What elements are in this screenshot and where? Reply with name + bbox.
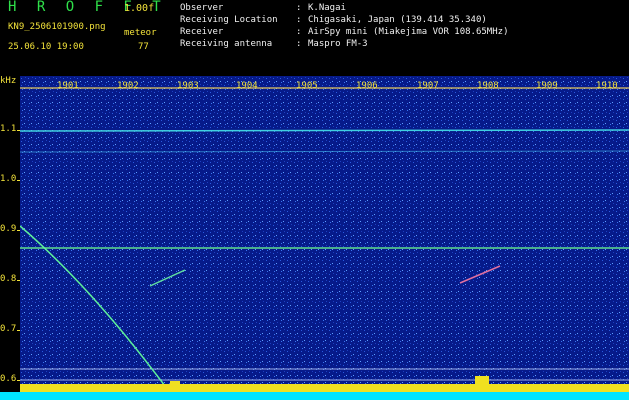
info-sep: : [296, 27, 302, 37]
info-key-antenna: Receiving antenna [180, 39, 273, 49]
y-tick-label: 0.6 [0, 374, 17, 384]
time-label: 1903 [177, 81, 199, 91]
app-version: 1.00f [124, 3, 155, 14]
info-key-receiver: Receiver [180, 27, 224, 37]
info-value-receiver: AirSpy mini (Miakejima VOR 108.65MHz) [308, 27, 509, 37]
y-tick-label: 0.8 [0, 274, 17, 284]
info-sep: : [296, 39, 302, 49]
y-axis: kHz 1.1 1.0 0.9 0.8 0.7 0.6 [0, 76, 21, 400]
y-tick-label: 1.0 [0, 174, 17, 184]
y-tick-label: 1.1 [0, 124, 17, 134]
time-label: 1909 [536, 81, 558, 91]
header-panel: H R O F F T 1.00f KN9_2506101900.png met… [0, 0, 629, 76]
meteor-label: meteor [124, 28, 157, 38]
info-sep: : [296, 15, 302, 25]
time-label: 1904 [236, 81, 258, 91]
spectrogram: 1901 1902 1903 1904 1905 1906 1907 1908 … [20, 76, 629, 400]
info-sep: : [296, 3, 302, 13]
info-value-antenna: Maspro FM-3 [308, 39, 368, 49]
info-value-location: Chigasaki, Japan (139.414 35.340) [308, 15, 487, 25]
y-tick-label: 0.9 [0, 224, 17, 234]
datetime: 25.06.10 19:00 [8, 42, 84, 52]
time-label: 1906 [356, 81, 378, 91]
time-label: 1901 [57, 81, 79, 91]
info-value-observer: K.Nagai [308, 3, 346, 13]
meteor-count: 77 [138, 42, 149, 52]
time-label: 1907 [417, 81, 439, 91]
time-label: 1902 [117, 81, 139, 91]
time-label: 1908 [477, 81, 499, 91]
signal-line [20, 129, 629, 132]
image-filename: KN9_2506101900.png [8, 22, 106, 32]
noise-background [20, 76, 629, 400]
bottom-band [0, 392, 629, 400]
info-key-location: Receiving Location [180, 15, 278, 25]
info-key-observer: Observer [180, 3, 224, 13]
time-label: 1905 [296, 81, 318, 91]
time-label: 1910 [596, 81, 618, 91]
spectrogram-plot [20, 76, 629, 400]
y-axis-unit: kHz [0, 76, 17, 86]
y-tick-label: 0.7 [0, 324, 17, 334]
